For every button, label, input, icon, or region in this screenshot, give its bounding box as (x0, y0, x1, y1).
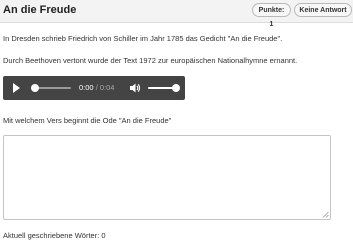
volume-icon[interactable] (129, 82, 141, 94)
progress-handle[interactable] (31, 84, 39, 92)
time-display: 0:00 / 0:04 (79, 83, 114, 92)
audio-player: 0:00 / 0:04 (3, 76, 185, 100)
question-text: Mit welchem Vers beginnt die Ode "An die… (3, 116, 172, 125)
volume-handle[interactable] (172, 84, 180, 92)
intro-paragraph: In Dresden schrieb Friedrich von Schille… (3, 34, 283, 43)
current-time: 0:00 (79, 83, 94, 92)
info-paragraph: Durch Beethoven vertont wurde der Text 1… (3, 56, 298, 65)
word-count: Aktuell geschriebene Wörter: 0 (3, 231, 106, 240)
resize-grip-icon[interactable] (322, 211, 329, 218)
answer-textarea[interactable] (3, 135, 331, 220)
play-icon[interactable] (13, 83, 20, 93)
page-title: An die Freude (3, 4, 77, 16)
no-answer-button[interactable]: Keine Antwort (294, 3, 352, 17)
duration: 0:04 (99, 83, 115, 92)
header-bar: An die Freude Punkte: 1 Keine Antwort (0, 0, 353, 28)
points-button[interactable]: Punkte: 1 (252, 3, 291, 28)
